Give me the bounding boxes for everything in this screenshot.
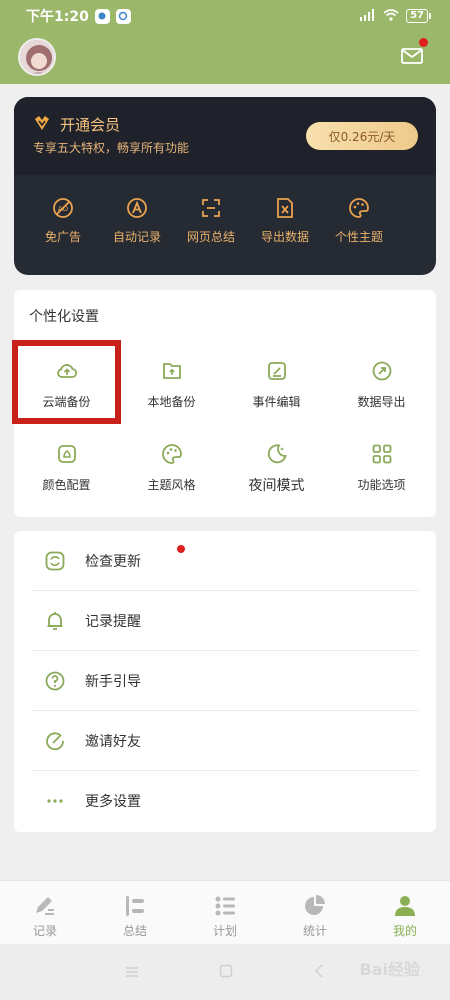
vip-subtitle: 专享五大特权，畅享所有功能 bbox=[33, 141, 190, 155]
list-item-more-settings[interactable]: 更多设置 bbox=[32, 771, 418, 831]
list-item-beginner-guide[interactable]: 新手引导 bbox=[32, 651, 418, 711]
personalization-card: 个性化设置 云端备份 本地备份 事件编辑 数据导出 颜色配置 主题风格 夜间模式… bbox=[12, 290, 436, 517]
grid-icon bbox=[369, 441, 395, 467]
data-export-button[interactable]: 数据导出 bbox=[329, 358, 434, 410]
local-backup-button[interactable]: 本地备份 bbox=[119, 358, 224, 410]
home-icon[interactable] bbox=[219, 963, 233, 982]
bottom-tab-bar: 记录 总结 计划 统计 我的 bbox=[0, 880, 450, 944]
color-icon bbox=[54, 441, 80, 467]
section-title: 个性化设置 bbox=[29, 309, 99, 325]
tab-summary[interactable]: 总结 bbox=[90, 881, 180, 944]
event-edit-button[interactable]: 事件编辑 bbox=[224, 358, 329, 410]
watermark: Bai经验 bbox=[359, 960, 420, 979]
palette-icon bbox=[346, 195, 372, 221]
avatar[interactable] bbox=[18, 38, 56, 76]
battery-indicator: 57 bbox=[406, 9, 431, 23]
tab-mine[interactable]: 我的 bbox=[360, 881, 450, 944]
crown-icon bbox=[33, 114, 51, 132]
invite-icon bbox=[42, 728, 68, 754]
vip-feature-auto-record[interactable]: 自动记录 bbox=[100, 195, 174, 245]
palette-icon bbox=[159, 441, 185, 467]
message-button[interactable] bbox=[400, 38, 428, 66]
back-icon[interactable] bbox=[313, 963, 325, 982]
vip-price-button[interactable]: 仅0.26元/天 bbox=[306, 122, 418, 150]
summary-icon bbox=[122, 893, 148, 919]
status-time: 下午1:20 bbox=[26, 9, 89, 25]
notification-icon bbox=[115, 8, 131, 24]
tab-plan[interactable]: 计划 bbox=[180, 881, 270, 944]
night-mode-button[interactable]: 夜间模式 bbox=[224, 441, 329, 495]
folder-upload-icon bbox=[159, 358, 185, 384]
theme-style-button[interactable]: 主题风格 bbox=[119, 441, 224, 493]
vip-header: 开通会员 专享五大特权，畅享所有功能 仅0.26元/天 bbox=[14, 97, 436, 175]
more-icon bbox=[42, 788, 68, 814]
update-badge-dot bbox=[177, 545, 185, 553]
auto-record-icon bbox=[124, 195, 150, 221]
wifi-icon bbox=[383, 8, 399, 24]
pencil-icon bbox=[32, 893, 58, 919]
unread-dot bbox=[419, 38, 428, 47]
highlight-annotation bbox=[12, 340, 121, 424]
feature-options-button[interactable]: 功能选项 bbox=[329, 441, 434, 493]
moon-icon bbox=[264, 441, 290, 467]
scan-icon bbox=[198, 195, 224, 221]
svg-text:AD: AD bbox=[58, 205, 68, 213]
no-ads-icon: AD bbox=[50, 195, 76, 221]
person-icon bbox=[392, 893, 418, 919]
bell-icon bbox=[42, 608, 68, 634]
tab-statistics[interactable]: 统计 bbox=[270, 881, 360, 944]
color-config-button[interactable]: 颜色配置 bbox=[14, 441, 119, 493]
vip-feature-web-summary[interactable]: 网页总结 bbox=[174, 195, 248, 245]
list-icon bbox=[212, 893, 238, 919]
signal-icon bbox=[358, 8, 376, 24]
notification-icon bbox=[94, 8, 110, 24]
help-icon bbox=[42, 668, 68, 694]
vip-title: 开通会员 bbox=[60, 116, 121, 134]
vip-feature-no-ads[interactable]: AD 免广告 bbox=[26, 195, 100, 245]
list-item-invite-friends[interactable]: 邀请好友 bbox=[32, 711, 418, 771]
pie-chart-icon bbox=[302, 893, 328, 919]
list-item-check-update[interactable]: 检查更新 bbox=[32, 531, 418, 591]
vip-feature-export[interactable]: 导出数据 bbox=[248, 195, 322, 245]
edit-icon bbox=[264, 358, 290, 384]
mail-icon bbox=[401, 48, 423, 64]
refresh-icon bbox=[42, 548, 68, 574]
vip-feature-theme[interactable]: 个性主题 bbox=[322, 195, 396, 245]
status-bar: 下午1:20 57 bbox=[0, 0, 450, 32]
list-item-record-reminder[interactable]: 记录提醒 bbox=[32, 591, 418, 651]
menu-icon[interactable] bbox=[125, 963, 139, 982]
tab-record[interactable]: 记录 bbox=[0, 881, 90, 944]
vip-card[interactable]: 开通会员 专享五大特权，畅享所有功能 仅0.26元/天 AD 免广告 自动记录 … bbox=[14, 97, 436, 275]
vip-features: AD 免广告 自动记录 网页总结 导出数据 个性主题 bbox=[14, 175, 436, 245]
menu-list: 检查更新 记录提醒 新手引导 邀请好友 更多设置 bbox=[14, 531, 436, 832]
export-icon bbox=[369, 358, 395, 384]
excel-icon bbox=[272, 195, 298, 221]
